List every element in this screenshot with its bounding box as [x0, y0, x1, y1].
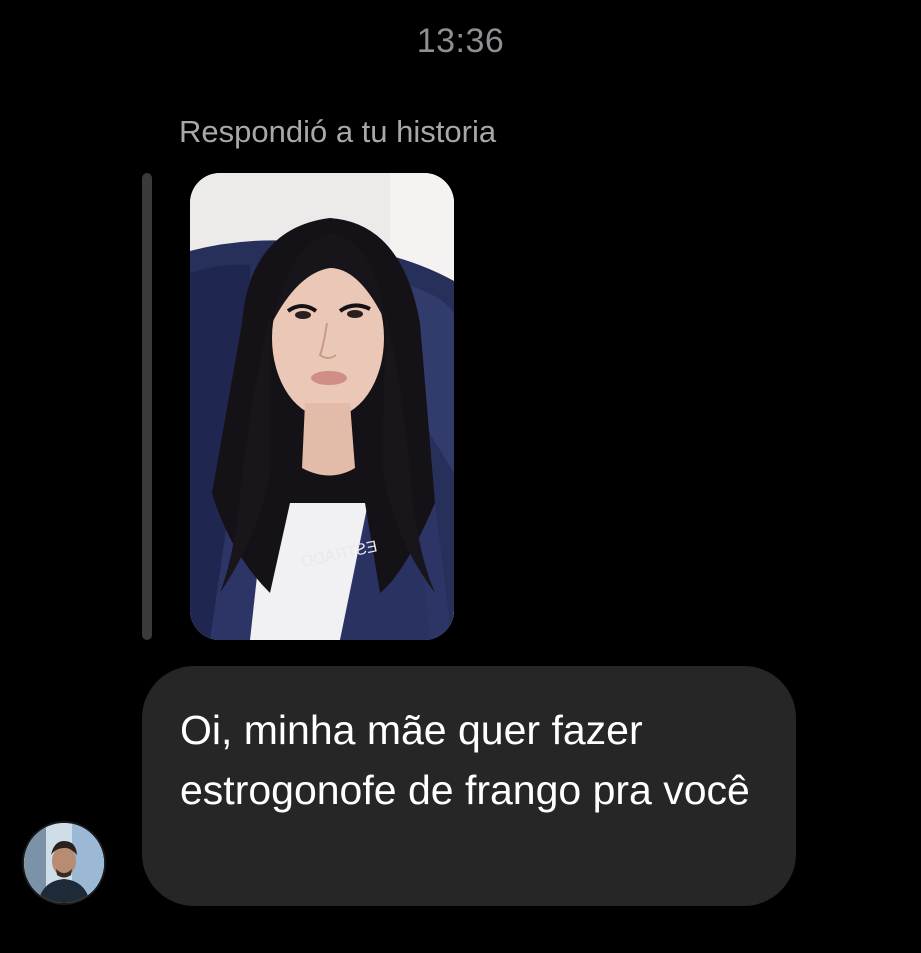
story-thumbnail[interactable]: ESTRADO: [190, 173, 454, 640]
message-text: Oi, minha mãe quer fazer estrogonofe de …: [180, 707, 750, 813]
story-reply-label: Respondió a tu historia: [179, 114, 497, 149]
story-photo-thumbnail-icon: ESTRADO: [190, 173, 454, 640]
chat-screen: 13:36 Respondió a tu historia ESTRADO Oi…: [0, 0, 921, 953]
message-bubble[interactable]: Oi, minha mãe quer fazer estrogonofe de …: [142, 666, 796, 906]
reply-indicator-bar: [142, 173, 152, 640]
sender-avatar[interactable]: [24, 823, 104, 903]
message-timestamp: 13:36: [416, 22, 505, 60]
user-avatar-icon: [24, 823, 104, 903]
